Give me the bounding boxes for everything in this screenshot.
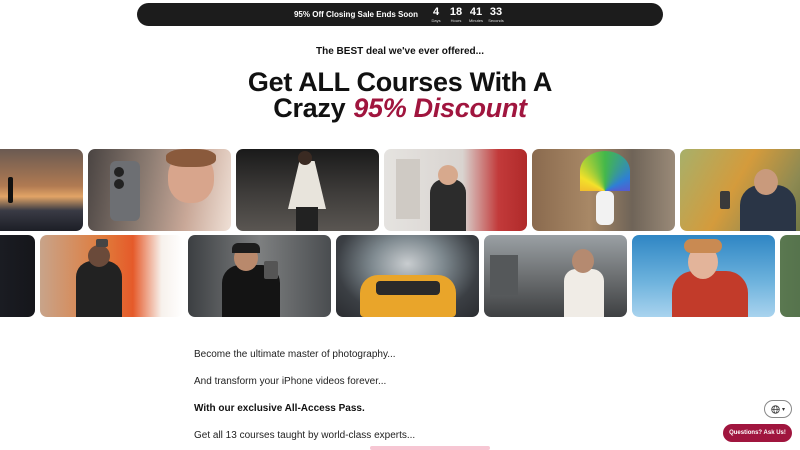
sale-text: 95% Off Closing Sale Ends Soon <box>293 10 419 19</box>
countdown-timer: 4 Days 18 Hours 41 Minutes 33 Seconds <box>426 5 506 23</box>
language-selector[interactable]: ▾ <box>764 400 792 418</box>
globe-icon <box>771 404 780 414</box>
chevron-down-icon: ▾ <box>781 406 785 413</box>
edge-photo <box>780 235 800 317</box>
countdown-minutes: 41 Minutes <box>469 5 484 23</box>
body-line-4: Get all 13 courses taught by world-class… <box>194 430 416 441</box>
street-portrait-photo <box>484 235 627 317</box>
cta-glow <box>370 446 490 450</box>
body-line-2: And transform your iPhone videos forever… <box>194 376 387 387</box>
city-filming-photo <box>188 235 331 317</box>
countdown-seconds: 33 Seconds <box>488 5 504 23</box>
autumn-park-photo <box>680 149 800 231</box>
countdown-days: 4 Days <box>431 5 441 23</box>
countdown-bar: 95% Off Closing Sale Ends Soon 4 Days 18… <box>137 3 663 26</box>
iphone-closeup-photo <box>88 149 231 231</box>
body-line-3: With our exclusive All-Access Pass. <box>194 403 365 414</box>
hero-title-accent: 95% Discount <box>353 93 527 123</box>
red-jacket-photo <box>632 235 775 317</box>
hero-title-prefix: Crazy <box>273 93 346 123</box>
body-line-1: Become the ultimate master of photograph… <box>194 349 396 360</box>
hero-pretitle: The BEST deal we've ever offered... <box>316 46 484 57</box>
dark-edge-photo <box>0 235 35 317</box>
hero-title-line1: Get ALL Courses With A <box>247 67 553 97</box>
fashion-low-angle-photo <box>236 149 379 231</box>
rainbow-umbrella-photo <box>532 149 675 231</box>
taxi-zoom-blur-photo <box>336 235 479 317</box>
countdown-hours: 18 Hours <box>449 5 463 23</box>
street-alley-photo <box>384 149 527 231</box>
gallery-row-2 <box>0 235 800 317</box>
ask-us-button[interactable]: Questions? Ask Us! <box>723 424 792 442</box>
sunset-beach-photo <box>0 149 83 231</box>
red-shop-photo <box>40 235 183 317</box>
hero-title-line2: Crazy 95% Discount <box>0 94 800 122</box>
gallery-row-1 <box>0 149 800 231</box>
